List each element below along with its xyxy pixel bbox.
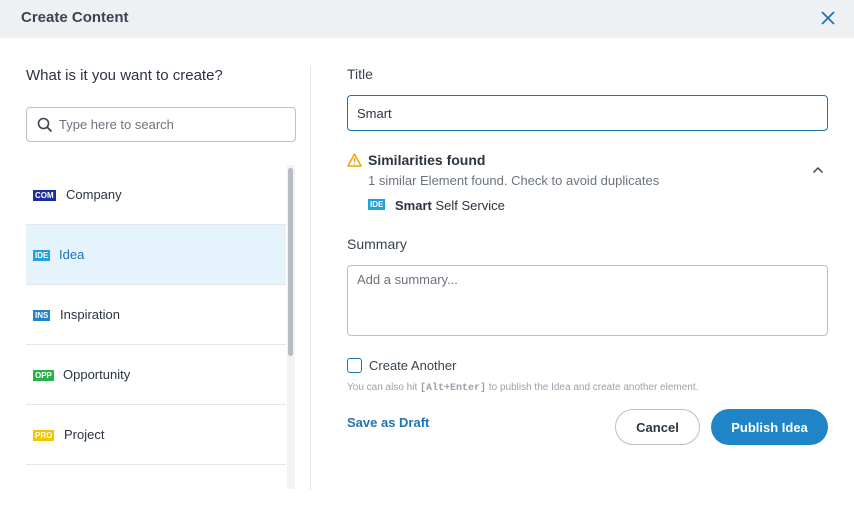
list-item-label: Idea — [59, 247, 85, 262]
inspiration-badge: INS — [33, 310, 51, 321]
dialog-title: Create Content — [21, 9, 129, 26]
similar-item-rest: Self Service — [431, 198, 505, 213]
warning-icon — [347, 153, 362, 167]
company-badge: COM — [33, 190, 56, 201]
create-another-label[interactable]: Create Another — [369, 358, 456, 373]
similar-item-link[interactable]: Smart Self Service — [395, 198, 505, 213]
list-scrollbar[interactable] — [287, 165, 295, 489]
chevron-up-icon[interactable] — [812, 165, 824, 175]
list-item-idea[interactable]: IDE Idea — [26, 225, 286, 285]
title-label: Title — [347, 66, 373, 82]
similarities-title: Similarities found — [368, 152, 486, 168]
scrollbar-thumb[interactable] — [288, 168, 293, 356]
similarities-subtitle: 1 similar Element found. Check to avoid … — [368, 173, 660, 188]
hint-before: You can also hit — [347, 382, 421, 393]
hint-after: to publish the Idea and create another e… — [486, 382, 699, 393]
list-item-label: Company — [66, 187, 122, 202]
list-item-project[interactable]: PRO Project — [26, 405, 286, 465]
similar-item-badge: IDE — [368, 199, 386, 210]
content-type-heading: What is it you want to create? — [26, 67, 223, 84]
panel-divider — [310, 66, 311, 490]
list-item-label: Opportunity — [63, 367, 131, 382]
create-another-checkbox[interactable] — [347, 358, 362, 373]
summary-textarea[interactable] — [347, 265, 828, 336]
idea-badge: IDE — [33, 250, 51, 261]
content-type-list: COM Company IDE Idea INS Inspiration OPP… — [26, 165, 286, 489]
search-input[interactable] — [59, 109, 289, 140]
cancel-button[interactable]: Cancel — [615, 409, 700, 445]
save-as-draft-link[interactable]: Save as Draft — [347, 415, 429, 430]
search-box — [26, 107, 296, 142]
hint-shortcut-key: [Alt+Enter] — [420, 383, 487, 394]
list-item-label: Inspiration — [60, 307, 120, 322]
opportunity-badge: OPP — [33, 370, 54, 381]
search-icon — [37, 117, 53, 133]
close-icon[interactable] — [818, 8, 838, 28]
list-item-inspiration[interactable]: INS Inspiration — [26, 285, 286, 345]
list-item-opportunity[interactable]: OPP Opportunity — [26, 345, 286, 405]
summary-label: Summary — [347, 236, 407, 252]
shortcut-hint: You can also hit [Alt+Enter] to publish … — [347, 382, 698, 394]
title-input[interactable] — [347, 95, 828, 131]
dialog-header: Create Content — [0, 0, 854, 38]
list-item-label: Project — [64, 427, 105, 442]
list-item-company[interactable]: COM Company — [26, 165, 286, 225]
project-badge: PRO — [33, 430, 55, 441]
publish-idea-button[interactable]: Publish Idea — [711, 409, 828, 445]
similar-item-match: Smart — [395, 198, 432, 213]
